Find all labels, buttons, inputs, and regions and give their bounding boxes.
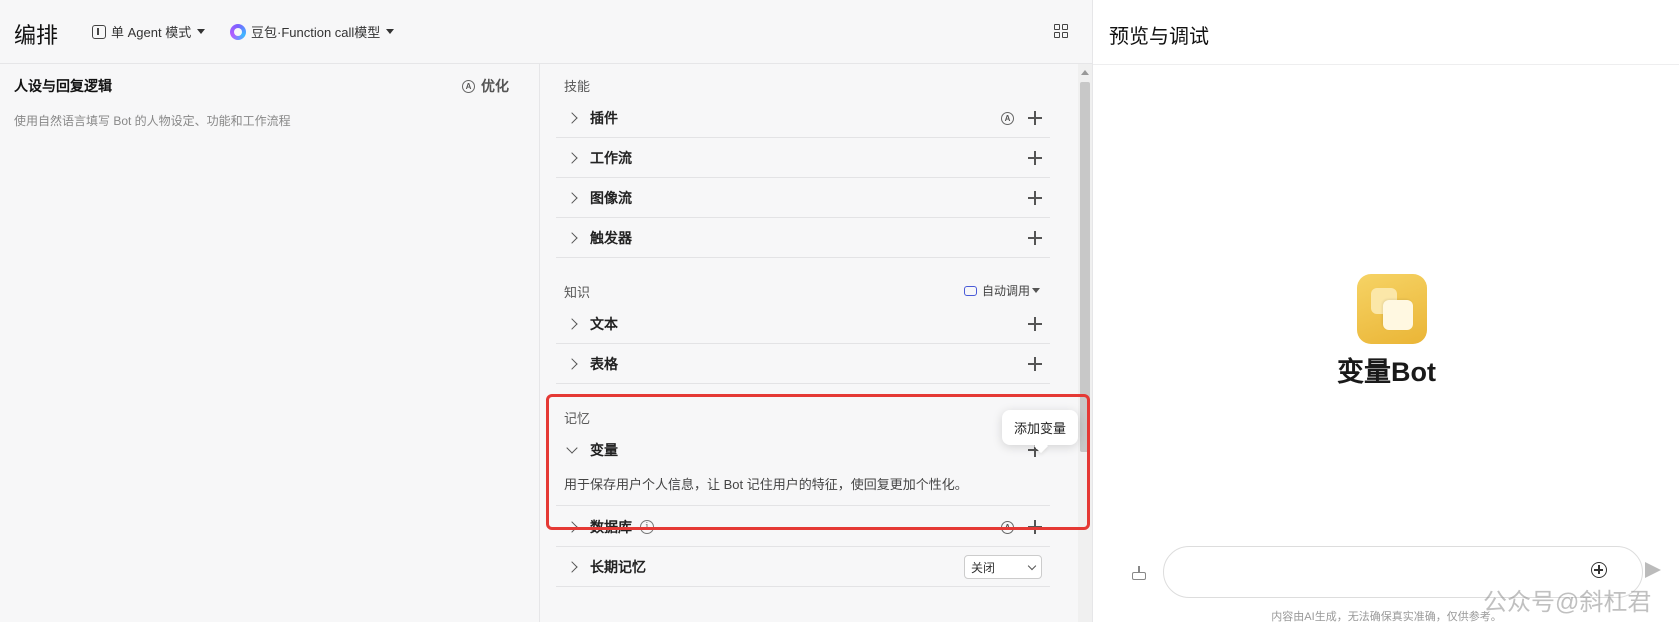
chevron-down-icon	[566, 442, 578, 454]
skill-row-workflow[interactable]: 工作流	[556, 138, 1050, 178]
memory-row-variable[interactable]: 变量	[556, 430, 1050, 470]
row-label: 数据库	[590, 518, 632, 535]
row-label: 插件	[590, 109, 618, 126]
layout-grid-icon[interactable]	[1054, 24, 1068, 38]
chevron-right-icon	[566, 151, 578, 164]
caret-down-icon	[386, 29, 395, 34]
clear-history-icon[interactable]	[1131, 566, 1147, 580]
model-dropdown[interactable]: 豆包·Function call模型	[230, 22, 395, 41]
ai-badge-icon[interactable]: A	[1001, 111, 1014, 125]
model-logo-icon	[230, 23, 246, 40]
bot-icon	[963, 285, 977, 296]
add-imageflow-icon[interactable]	[1028, 191, 1042, 205]
persona-textarea[interactable]: 使用自然语言填写 Bot 的人物设定、功能和工作流程	[14, 112, 291, 129]
add-workflow-icon[interactable]	[1028, 151, 1042, 165]
ai-badge-icon: A	[462, 79, 475, 93]
memory-row-long-term[interactable]: 长期记忆 关闭	[556, 547, 1050, 587]
add-table-icon[interactable]	[1028, 357, 1042, 371]
knowledge-row-table[interactable]: 表格	[556, 344, 1050, 384]
row-label: 表格	[590, 355, 618, 372]
knowledge-row-text[interactable]: 文本	[556, 304, 1050, 344]
page-title: 编排	[14, 23, 59, 48]
optimize-label: 优化	[481, 78, 509, 94]
chevron-right-icon	[566, 560, 578, 573]
skills-panel: 技能 插件 A 工作流 图像流 触发器 知识 自动调用 文本 表格 记忆 变量 …	[540, 64, 1078, 622]
avatar-shape	[1383, 300, 1413, 330]
caret-down-icon	[1032, 288, 1040, 293]
scrollbar[interactable]	[1078, 64, 1092, 622]
agent-mode-dropdown[interactable]: 单 Agent 模式	[92, 22, 206, 41]
skill-row-trigger[interactable]: 触发器	[556, 218, 1050, 258]
add-database-icon[interactable]	[1028, 520, 1042, 534]
add-attachment-icon[interactable]	[1591, 562, 1607, 578]
caret-down-icon	[197, 29, 206, 34]
variable-description: 用于保存用户个人信息，让 Bot 记住用户的特征，使回复更加个性化。	[564, 477, 968, 492]
row-label: 工作流	[590, 149, 632, 166]
add-trigger-icon[interactable]	[1028, 231, 1042, 245]
bot-name: 变量Bot	[1337, 357, 1436, 387]
bot-avatar	[1357, 274, 1427, 344]
skill-row-plugin[interactable]: 插件 A	[556, 98, 1050, 138]
chevron-down-icon	[1027, 561, 1037, 570]
editor-pane: 编排 单 Agent 模式 豆包·Function call模型 人设与回复逻辑…	[0, 0, 1092, 622]
row-label: 长期记忆	[590, 558, 646, 575]
chevron-right-icon	[566, 231, 578, 244]
add-plugin-icon[interactable]	[1028, 111, 1042, 125]
persona-panel: 人设与回复逻辑 A 优化 使用自然语言填写 Bot 的人物设定、功能和工作流程	[0, 64, 540, 622]
persona-title: 人设与回复逻辑	[14, 78, 112, 94]
scroll-up-arrow-icon[interactable]	[1081, 70, 1089, 75]
optimize-button[interactable]: A 优化	[462, 76, 509, 96]
memory-row-database[interactable]: 数据库 i A	[556, 507, 1050, 547]
scroll-thumb[interactable]	[1080, 82, 1090, 452]
section-label-memory: 记忆	[564, 411, 591, 426]
info-icon[interactable]: i	[640, 519, 654, 534]
skill-row-imageflow[interactable]: 图像流	[556, 178, 1050, 218]
auto-call-label: 自动调用	[981, 284, 1030, 298]
model-label: 豆包·Function call模型	[251, 25, 381, 40]
preview-pane: 预览与调试 变量Bot 公众号@斜杠君 内容由AI生成，无法确保真实准确，仅供参…	[1092, 0, 1679, 622]
ai-disclaimer: 内容由AI生成，无法确保真实准确，仅供参考。	[1271, 611, 1502, 622]
row-label: 文本	[590, 315, 618, 332]
chevron-right-icon	[566, 357, 578, 370]
section-label-knowledge: 知识	[564, 285, 591, 300]
add-text-icon[interactable]	[1028, 317, 1042, 331]
send-icon[interactable]	[1645, 562, 1661, 578]
section-label-skills: 技能	[564, 79, 591, 94]
preview-title: 预览与调试	[1109, 26, 1209, 48]
row-label: 图像流	[590, 189, 632, 206]
long-term-memory-select[interactable]: 关闭	[964, 555, 1042, 579]
divider	[556, 505, 1050, 506]
chevron-right-icon	[566, 317, 578, 330]
select-value: 关闭	[971, 560, 996, 575]
chevron-right-icon	[566, 191, 578, 204]
agent-mode-icon	[92, 24, 106, 39]
row-label: 变量	[590, 442, 618, 458]
divider	[1093, 64, 1679, 65]
editor-header: 编排 单 Agent 模式 豆包·Function call模型	[0, 0, 1092, 64]
row-label: 触发器	[590, 229, 632, 246]
auto-call-dropdown[interactable]: 自动调用	[963, 282, 1040, 299]
add-variable-tooltip: 添加变量	[1002, 410, 1079, 445]
chevron-right-icon	[566, 111, 578, 124]
chevron-right-icon	[566, 520, 578, 533]
ai-badge-icon[interactable]: A	[1001, 520, 1014, 534]
agent-mode-label: 单 Agent 模式	[111, 25, 192, 40]
